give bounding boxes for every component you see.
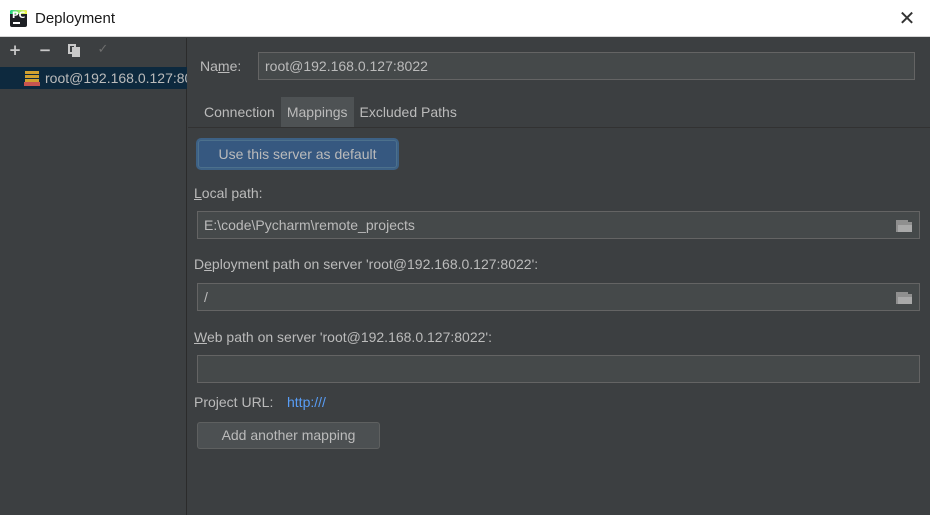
title-bar: PC Deployment ✕ [0,0,930,37]
server-settings-panel: Name: root@192.168.0.127:8022 Connection… [188,38,930,515]
name-label: Name: [200,58,242,74]
web-path-input[interactable] [197,355,920,383]
remove-icon[interactable]: − [38,42,52,58]
tab-excluded-paths[interactable]: Excluded Paths [353,97,463,127]
tabs-divider [188,127,930,128]
browse-folder-icon[interactable] [896,220,912,232]
deployment-path-label: Deployment path on server 'root@192.168.… [194,256,539,272]
server-list-item[interactable]: root@192.168.0.127:8022 [0,67,187,89]
project-url-label: Project URL: [194,394,274,410]
project-url-link[interactable]: http:/// [287,394,326,410]
apply-check-icon[interactable]: ✓ [96,42,110,58]
sidebar-toolbar: + − ✓ [0,38,186,62]
server-list-item-label: root@192.168.0.127:8022 [45,70,187,86]
local-path-input[interactable]: E:\code\Pycharm\remote_projects [197,211,920,239]
add-icon[interactable]: + [8,42,22,58]
tab-mappings[interactable]: Mappings [280,97,354,127]
browse-folder-icon[interactable] [896,292,912,304]
local-path-value: E:\code\Pycharm\remote_projects [204,217,415,233]
server-name-input[interactable]: root@192.168.0.127:8022 [258,52,915,80]
deployment-path-value: / [204,289,208,305]
local-path-label: Local path: [194,185,263,201]
pycharm-app-icon: PC [10,9,27,27]
window-title: Deployment [35,9,116,27]
settings-tabs: Connection Mappings Excluded Paths [198,97,463,127]
server-list-panel: + − ✓ root@192.168.0.127:8022 [0,38,187,515]
add-another-mapping-button[interactable]: Add another mapping [197,422,380,449]
sftp-server-icon [24,70,40,86]
use-as-default-button[interactable]: Use this server as default [198,140,397,168]
web-path-label: Web path on server 'root@192.168.0.127:8… [194,329,492,345]
deployment-path-input[interactable]: / [197,283,920,311]
tab-connection[interactable]: Connection [198,97,281,127]
close-icon[interactable]: ✕ [896,6,918,30]
copy-icon[interactable] [68,43,80,57]
